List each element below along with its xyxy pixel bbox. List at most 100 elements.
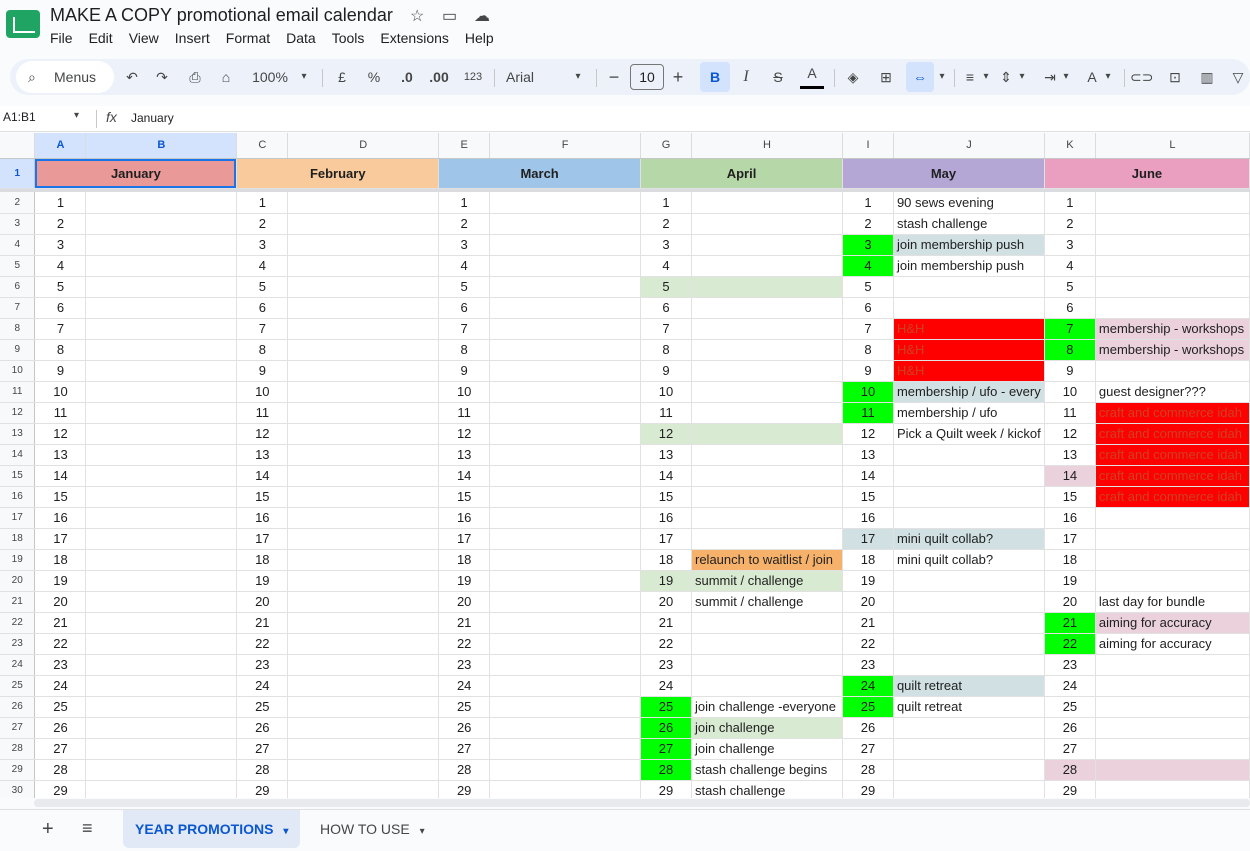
cell-h[interactable] <box>691 486 843 508</box>
menu-edit[interactable]: Edit <box>89 30 121 46</box>
zoom-chevron-icon[interactable]: ▾ <box>298 59 310 95</box>
cell-a[interactable]: 18 <box>34 549 87 571</box>
cell-g[interactable]: 28 <box>640 759 692 781</box>
cell-f[interactable] <box>489 213 642 235</box>
cell-h[interactable] <box>691 507 843 529</box>
cell-i[interactable]: 25 <box>842 696 894 718</box>
cell-d[interactable] <box>287 654 440 676</box>
row-header[interactable]: 22 <box>0 612 36 634</box>
col-header-f[interactable]: F <box>489 133 642 159</box>
cell-g[interactable]: 5 <box>640 276 692 298</box>
row-header[interactable]: 29 <box>0 759 36 781</box>
merge-cells-icon[interactable]: ⇔ <box>906 62 934 92</box>
cell-g[interactable]: 27 <box>640 738 692 760</box>
cell-f[interactable] <box>489 360 642 382</box>
italic-button[interactable]: I <box>736 59 756 95</box>
cell-l[interactable]: craft and commerce idah <box>1095 444 1250 466</box>
cell-j[interactable]: mini quilt collab? <box>893 549 1045 571</box>
cell-g[interactable]: 12 <box>640 423 692 445</box>
cell-g[interactable]: 1 <box>640 192 692 214</box>
cell-g[interactable]: 20 <box>640 591 692 613</box>
tab-how-to-use[interactable]: HOW TO USE ▾ <box>308 810 437 848</box>
cell-d[interactable] <box>287 360 440 382</box>
cell-h[interactable] <box>691 402 843 424</box>
cell-h[interactable] <box>691 360 843 382</box>
cell-a[interactable]: 12 <box>34 423 87 445</box>
row-header[interactable]: 6 <box>0 276 36 298</box>
cell-b[interactable] <box>85 423 238 445</box>
cell-k[interactable]: 26 <box>1044 717 1096 739</box>
cell-h[interactable] <box>691 339 843 361</box>
cell-c[interactable]: 23 <box>236 654 289 676</box>
cell-f[interactable] <box>489 192 642 214</box>
filter-icon[interactable]: ▽ <box>1228 59 1248 95</box>
cell-j[interactable]: membership / ufo <box>893 402 1045 424</box>
cell-a[interactable]: 20 <box>34 591 87 613</box>
cell-l[interactable] <box>1095 759 1250 781</box>
row-header[interactable]: 30 <box>0 780 36 798</box>
spreadsheet-grid[interactable]: A B C D E F G H I J K L 1 January Februa… <box>0 133 1250 798</box>
cell-k[interactable]: 22 <box>1044 633 1096 655</box>
cell-a[interactable]: 14 <box>34 465 87 487</box>
row-header[interactable]: 1 <box>0 158 36 189</box>
row-header[interactable]: 21 <box>0 591 36 613</box>
redo-icon[interactable]: ↷ <box>152 59 172 95</box>
cell-e[interactable]: 15 <box>438 486 491 508</box>
cell-k[interactable]: 5 <box>1044 276 1096 298</box>
row-header[interactable]: 15 <box>0 465 36 487</box>
cell-l[interactable] <box>1095 675 1250 697</box>
cell-a[interactable]: 7 <box>34 318 87 340</box>
cell-a[interactable]: 17 <box>34 528 87 550</box>
cell-c[interactable]: 28 <box>236 759 289 781</box>
cell-c[interactable]: 9 <box>236 360 289 382</box>
cell-b[interactable] <box>85 381 238 403</box>
col-header-d[interactable]: D <box>287 133 440 159</box>
cell-l[interactable]: aiming for accuracy <box>1095 633 1250 655</box>
add-sheet-icon[interactable]: + <box>42 818 54 841</box>
cell-b[interactable] <box>85 486 238 508</box>
month-april[interactable]: April <box>640 158 843 189</box>
month-march[interactable]: March <box>438 158 642 189</box>
cell-e[interactable]: 18 <box>438 549 491 571</box>
cell-d[interactable] <box>287 339 440 361</box>
sheets-logo-icon[interactable] <box>6 10 40 38</box>
decrease-font-size-icon[interactable]: − <box>606 59 622 95</box>
cell-i[interactable]: 9 <box>842 360 894 382</box>
cell-e[interactable]: 21 <box>438 612 491 634</box>
borders-icon[interactable]: ⊞ <box>876 59 896 95</box>
cell-j[interactable] <box>893 738 1045 760</box>
col-header-e[interactable]: E <box>438 133 491 159</box>
bold-button[interactable]: B <box>700 62 730 92</box>
cell-g[interactable]: 11 <box>640 402 692 424</box>
cell-l[interactable]: aiming for accuracy <box>1095 612 1250 634</box>
cell-j[interactable] <box>893 759 1045 781</box>
row-header[interactable]: 14 <box>0 444 36 466</box>
valign-chevron-icon[interactable]: ▾ <box>1016 59 1028 95</box>
cell-j[interactable] <box>893 780 1045 798</box>
row-header[interactable]: 4 <box>0 234 36 256</box>
cell-f[interactable] <box>489 759 642 781</box>
decrease-decimal-button[interactable]: .0 <box>396 59 418 95</box>
cell-k[interactable]: 17 <box>1044 528 1096 550</box>
cell-i[interactable]: 26 <box>842 717 894 739</box>
row-header[interactable]: 2 <box>0 192 36 214</box>
cell-b[interactable] <box>85 465 238 487</box>
fill-color-icon[interactable]: ◈ <box>842 59 864 95</box>
cell-i[interactable]: 8 <box>842 339 894 361</box>
cell-d[interactable] <box>287 318 440 340</box>
cell-d[interactable] <box>287 591 440 613</box>
cell-d[interactable] <box>287 633 440 655</box>
cell-a[interactable]: 3 <box>34 234 87 256</box>
cell-f[interactable] <box>489 255 642 277</box>
cell-d[interactable] <box>287 465 440 487</box>
cell-e[interactable]: 2 <box>438 213 491 235</box>
cell-j[interactable]: H&H <box>893 360 1045 382</box>
cell-k[interactable]: 7 <box>1044 318 1096 340</box>
cell-h[interactable] <box>691 654 843 676</box>
cell-l[interactable] <box>1095 192 1250 214</box>
cell-c[interactable]: 12 <box>236 423 289 445</box>
cell-d[interactable] <box>287 402 440 424</box>
paint-format-icon[interactable]: ⌂ <box>216 59 236 95</box>
row-header[interactable]: 5 <box>0 255 36 277</box>
cell-e[interactable]: 8 <box>438 339 491 361</box>
